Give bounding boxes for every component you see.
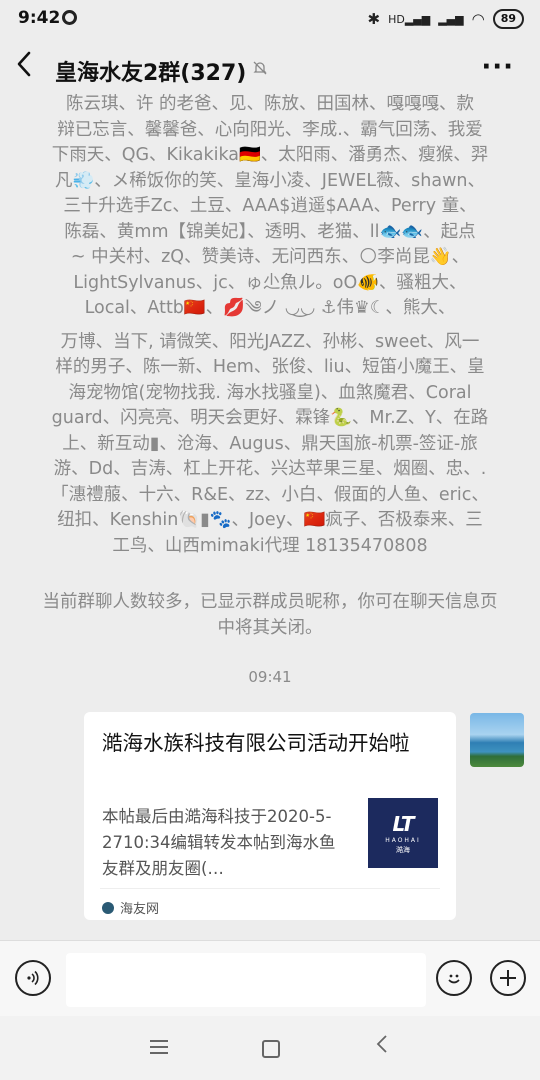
menu-icon[interactable]: [150, 1040, 168, 1054]
notice-line: 纽扣、Kenshin🐚▮🐾、Joey、🇨🇳疯子、否极泰来、三: [57, 510, 483, 530]
notice-line: 凡💨、メ稀饭你的笑、皇海小凌、JEWEL薇、shawn、: [55, 170, 485, 191]
signal-icon: HD▂▄▆: [388, 12, 431, 26]
card-source: 海友网: [102, 898, 159, 917]
notice-line: 下雨天、QG、Kikakika🇩🇪、太阳雨、潘勇杰、瘦猴、羿: [51, 145, 489, 165]
message-input[interactable]: [66, 953, 426, 1007]
notice-line: guard、闪亮亮、明天会更好、霖锋🐍、Mr.Z、Y、在路: [51, 408, 489, 428]
source-logo-icon: [102, 901, 114, 914]
nickname-hint: 当前群聊人数较多，已显示群成员昵称，你可在聊天信息页中将其关闭。: [42, 592, 498, 638]
system-back-icon[interactable]: [376, 1032, 388, 1060]
notice-line: 上、新互动▮、沧海、Augus、鼎天国旅-机票-签证-旅: [62, 433, 478, 454]
thumbnail-logo: LT: [392, 811, 414, 836]
notice-line: 辩已忘言、馨馨爸、心向阳光、李成.、霸气回荡、我爱: [57, 119, 483, 140]
thumbnail-brand-cn: 澔海: [396, 845, 410, 854]
card-divider: [100, 888, 440, 889]
home-icon[interactable]: [262, 1040, 280, 1058]
emoji-icon[interactable]: [436, 960, 472, 996]
status-icons: ✱ HD▂▄▆ ▂▄▆ ◠ 89: [367, 9, 524, 29]
mute-bell-icon: [252, 60, 268, 80]
status-time: 9:42: [18, 8, 61, 28]
voice-icon[interactable]: [15, 960, 51, 996]
notice-line: 游、Dd、吉涛、杠上开花、兴达苹果三星、烟圈、忠、.: [53, 459, 487, 479]
notice-line: 陈云琪、许 的老爸、见、陈放、田国林、嘎嘎嘎、款: [65, 94, 475, 114]
chat-title: 皇海水友2群(327): [55, 61, 247, 86]
battery-indicator: 89: [492, 9, 524, 29]
nav-bar: 皇海水友2群(327) ···: [0, 38, 540, 100]
notice-line: 样的男子、陈一新、Hem、张俊、liu、短笛小魔王、皇: [55, 357, 485, 377]
card-title: 澔海水族科技有限公司活动开始啦: [102, 731, 410, 755]
notice-line: 「潓禮菔、十六、R&E、zz、小白、假面的人鱼、eric、: [51, 484, 489, 505]
q-app-icon: [62, 10, 77, 25]
more-dots-icon[interactable]: ···: [481, 52, 514, 82]
source-name: 海友网: [120, 902, 160, 917]
notice-line: 万博、当下, 请微笑、阳光JAZZ、孙彬、sweet、风一: [60, 331, 480, 352]
input-bar: [0, 940, 540, 1016]
shared-link-card[interactable]: 澔海水族科技有限公司活动开始啦 本帖最后由澔海科技于2020-5-2710:34…: [84, 712, 456, 920]
notice-line: Local、Attb🇨🇳、💋༄ノ ◡͜◡ ⚓伟♛☾、熊大、: [84, 298, 456, 318]
back-arrow-icon[interactable]: [16, 50, 40, 86]
bluetooth-icon: ✱: [367, 10, 381, 28]
plus-icon[interactable]: [490, 960, 526, 996]
message-timestamp: 09:41: [248, 668, 292, 686]
wifi-icon: ◠: [471, 10, 485, 28]
member-list-notice: 陈云琪、许 的老爸、见、陈放、田国林、嘎嘎嘎、款 辩已忘言、馨馨爸、心向阳光、李…: [40, 92, 500, 562]
notice-line: 三十升选手Zc、土豆、AAA$逍遥$AAA、Perry 童、: [63, 196, 477, 216]
system-nav-bar: [0, 1016, 540, 1080]
notice-line: ~ 中关村、zQ、赞美诗、无问西东、🌕李尚昆👋、: [70, 247, 470, 267]
notice-line: LightSylvanus、jc、ゅ尐魚ル。oO🐠、骚粗大、: [73, 272, 467, 293]
notice-line: 陈磊、黄mm【锦美妃】、透明、老猫、ll🐟🐟、起点: [64, 221, 476, 242]
card-description: 本帖最后由澔海科技于2020-5-2710:34编辑转发本帖到海水鱼友群及朋友圈…: [102, 807, 336, 878]
avatar[interactable]: [470, 713, 524, 767]
notice-line: 海宠物馆(宠物找我. 海水找骚皇)、血煞魔君、Coral: [68, 382, 472, 403]
card-thumbnail: LT HAOHAI 澔海: [368, 798, 438, 868]
notice-line: 工鸟、山西mimaki代理 18135470808: [112, 535, 428, 556]
signal-icon-2: ▂▄▆: [438, 12, 464, 26]
status-bar: 9:42 ✱ HD▂▄▆ ▂▄▆ ◠ 89: [0, 0, 540, 38]
network-label: HD: [388, 12, 405, 26]
thumbnail-brand: HAOHAI: [385, 836, 421, 844]
